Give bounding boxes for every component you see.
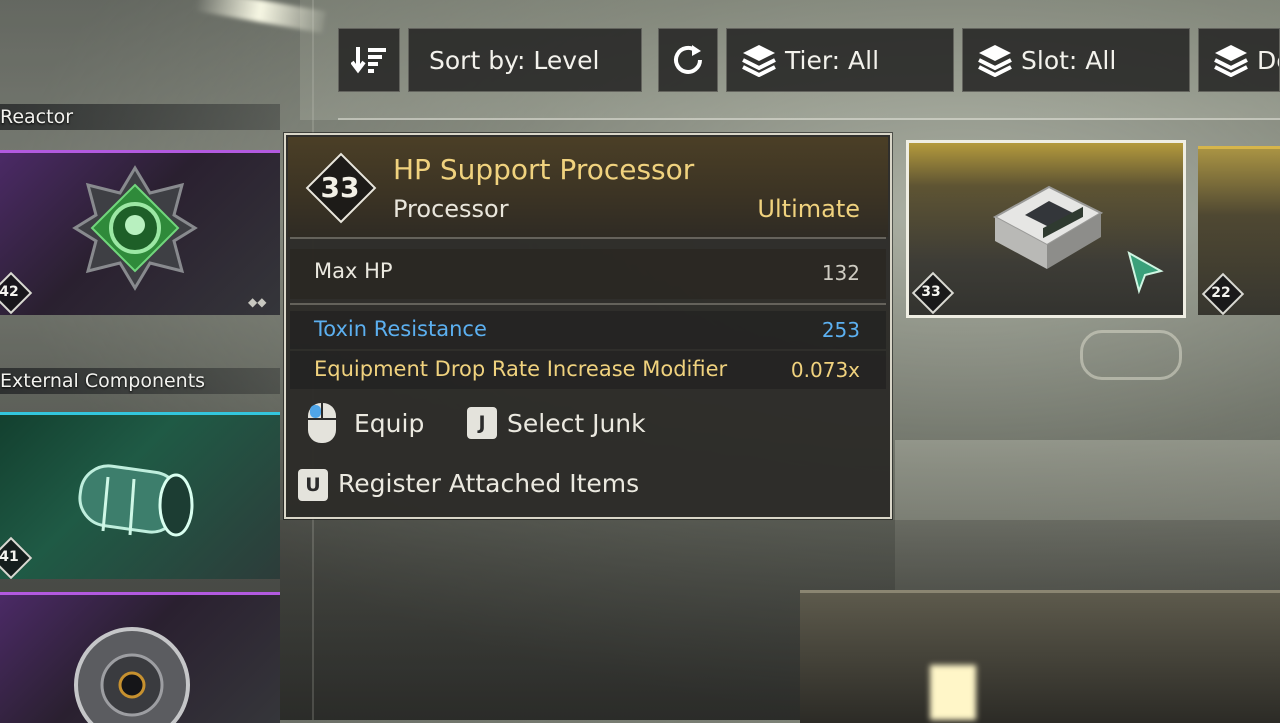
tier-filter-label: Tier: All	[785, 45, 880, 75]
item-tooltip: 33 HP Support Processor Processor Ultima…	[284, 133, 892, 519]
sort-order-button[interactable]	[338, 28, 400, 92]
background-door	[800, 590, 1280, 723]
item-card-level: 33	[921, 284, 941, 300]
category-label-external-components: External Components	[0, 368, 280, 394]
toolbar-divider	[338, 118, 1280, 120]
processor-item-icon	[992, 185, 1104, 269]
reset-filters-button[interactable]	[658, 28, 718, 92]
external-component-level: 41	[0, 549, 19, 565]
tooltip-item-type: Processor	[393, 195, 509, 223]
stat-value: 132	[821, 261, 860, 285]
reactor-slot[interactable]: 42 ◆◆	[0, 150, 280, 315]
layers-icon	[978, 45, 1012, 77]
u-key-icon: U	[298, 469, 328, 501]
category-label-reactor: Reactor	[0, 104, 280, 130]
tooltip-item-name: HP Support Processor	[393, 153, 695, 186]
stat-row-max-hp: Max HP 132	[290, 249, 886, 299]
stat-row-drop-rate: Equipment Drop Rate Increase Modifier 0.…	[290, 351, 886, 389]
item-card-next[interactable]: 22	[1198, 146, 1280, 316]
stat-name: Max HP	[314, 259, 393, 283]
stat-name: Equipment Drop Rate Increase Modifier	[314, 357, 728, 381]
slot-filter-label: Slot: All	[1021, 45, 1117, 75]
sort-by-label: Sort by: Level	[429, 45, 600, 75]
background-vent	[1080, 330, 1182, 380]
layers-icon	[742, 45, 776, 77]
slot-filter-dropdown[interactable]: Slot: All	[962, 28, 1190, 92]
tooltip-separator	[290, 303, 886, 305]
tier-filter-dropdown[interactable]: Tier: All	[726, 28, 954, 92]
spool-item-icon	[74, 627, 190, 723]
item-card-selected[interactable]: 33	[906, 140, 1186, 318]
reactor-item-icon	[72, 165, 198, 291]
tooltip-item-rarity: Ultimate	[757, 195, 860, 223]
external-component-icon	[78, 464, 194, 537]
third-slot[interactable]	[0, 592, 280, 723]
j-key-icon: J	[467, 407, 497, 439]
layers-icon	[1214, 45, 1248, 77]
tooltip-level: 33	[320, 171, 360, 204]
stat-value: 253	[821, 318, 860, 342]
stat-value: 0.073x	[790, 358, 860, 382]
refresh-icon	[674, 45, 702, 74]
stat-row-toxin-resistance: Toxin Resistance 253	[290, 311, 886, 349]
sort-descending-icon	[351, 47, 386, 74]
tooltip-separator	[290, 237, 886, 239]
select-junk-action-label[interactable]: Select Junk	[507, 409, 646, 438]
reactor-level: 42	[0, 284, 19, 300]
register-attached-items-action-label[interactable]: Register Attached Items	[338, 469, 639, 498]
reactor-socket-indicators: ◆◆	[248, 295, 267, 309]
extra-filter-label: De	[1257, 45, 1279, 75]
item-card-next-level: 22	[1211, 285, 1231, 301]
stat-name: Toxin Resistance	[314, 317, 487, 341]
external-component-slot[interactable]: 41	[0, 412, 280, 579]
background-light	[930, 665, 976, 720]
sort-by-dropdown[interactable]: Sort by: Level	[408, 28, 642, 92]
cursor-arrow-icon	[1127, 251, 1164, 295]
extra-filter-dropdown[interactable]: De	[1198, 28, 1280, 92]
tooltip-header: 33 HP Support Processor Processor Ultima…	[288, 137, 888, 237]
mouse-icon	[308, 403, 336, 443]
equip-action-label[interactable]: Equip	[354, 409, 424, 438]
